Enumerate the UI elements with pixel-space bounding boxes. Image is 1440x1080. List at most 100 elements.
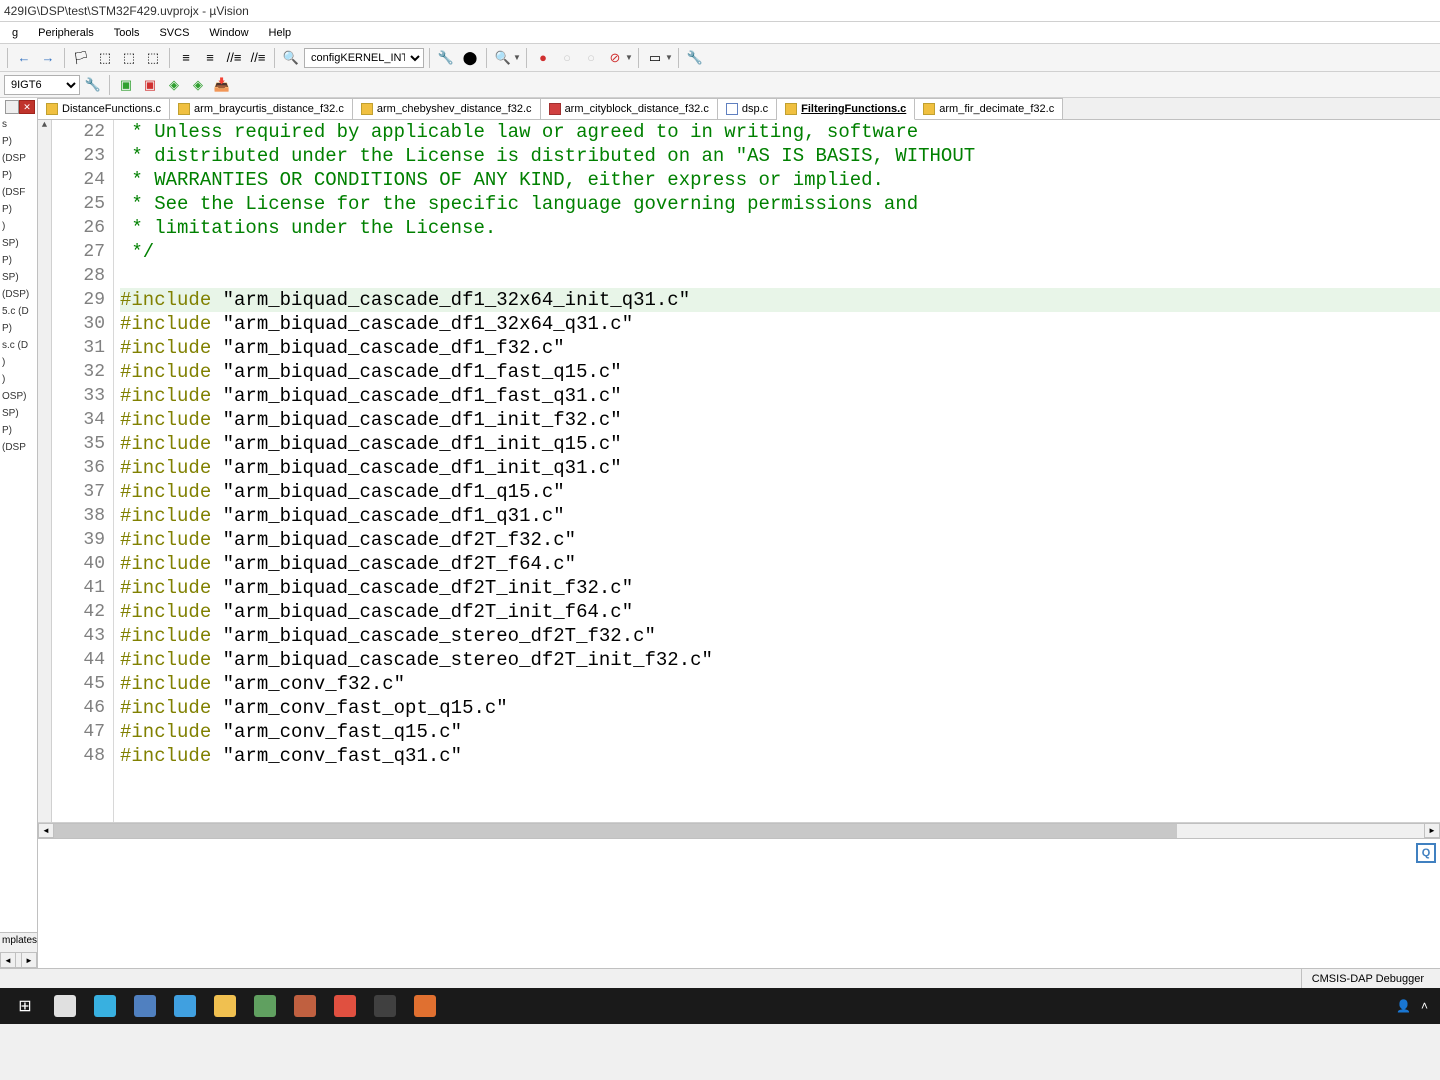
code-line[interactable]: * distributed under the License is distr… xyxy=(120,144,1440,168)
hscroll-right-button[interactable]: ► xyxy=(1424,823,1440,838)
code-line[interactable]: #include "arm_biquad_cascade_df1_fast_q3… xyxy=(120,384,1440,408)
fold-margin[interactable]: ▲ xyxy=(38,120,52,822)
zoom-dropdown[interactable]: ▼ xyxy=(513,47,521,69)
code-editor[interactable]: ▲ 22232425262728293031323334353637383940… xyxy=(38,120,1440,822)
back-button[interactable]: ← xyxy=(13,47,35,69)
bookmark-button[interactable]: 🏳 xyxy=(70,47,92,69)
tree-item[interactable]: ) xyxy=(0,218,37,235)
code-line[interactable]: * WARRANTIES OR CONDITIONS OF ANY KIND, … xyxy=(120,168,1440,192)
system-tray[interactable]: 👤˄ xyxy=(1396,999,1432,1013)
tree-item[interactable]: ) xyxy=(0,371,37,388)
menu-g[interactable]: g xyxy=(2,25,28,41)
code-line[interactable]: #include "arm_conv_fast_q31.c" xyxy=(120,744,1440,768)
tree-item[interactable]: SP) xyxy=(0,405,37,422)
output-search-icon[interactable]: Q xyxy=(1416,843,1436,863)
tree-item[interactable]: (DSP) xyxy=(0,286,37,303)
breakpoint-button[interactable]: ⬤ xyxy=(459,47,481,69)
config-button[interactable]: 🔧 xyxy=(684,47,706,69)
translate-button[interactable]: ◈ xyxy=(187,74,209,96)
tab-dsp-c[interactable]: dsp.c xyxy=(718,98,777,119)
hscroll-thumb[interactable] xyxy=(54,824,1177,838)
taskbar-explorer[interactable] xyxy=(208,991,242,1021)
window-dropdown[interactable]: ▼ xyxy=(665,47,673,69)
tree-item[interactable]: (DSF xyxy=(0,184,37,201)
code-line[interactable]: #include "arm_biquad_cascade_df2T_f64.c" xyxy=(120,552,1440,576)
tree-item[interactable]: P) xyxy=(0,133,37,150)
tree-item[interactable]: 5.c (D xyxy=(0,303,37,320)
tree-item[interactable]: P) xyxy=(0,201,37,218)
tab-DistanceFunctions-c[interactable]: DistanceFunctions.c xyxy=(38,98,170,119)
find-combo[interactable]: configKERNEL_INTERRUP xyxy=(304,48,424,68)
code-line[interactable]: #include "arm_conv_f32.c" xyxy=(120,672,1440,696)
sidebar-hscroll[interactable]: ◄ ► xyxy=(0,952,37,968)
hscroll-left-button[interactable]: ◄ xyxy=(38,823,54,838)
code-line[interactable]: #include "arm_biquad_cascade_df1_32x64_i… xyxy=(120,288,1440,312)
code-line[interactable]: #include "arm_biquad_cascade_df1_init_q3… xyxy=(120,456,1440,480)
forward-button[interactable]: → xyxy=(37,47,59,69)
taskbar-app5[interactable] xyxy=(368,991,402,1021)
sidebar-tab[interactable]: mplates xyxy=(0,932,37,952)
tab-arm_chebyshev_distance_f32-c[interactable]: arm_chebyshev_distance_f32.c xyxy=(353,98,541,119)
tree-item[interactable]: SP) xyxy=(0,269,37,286)
rebuild-button[interactable]: ▣ xyxy=(139,74,161,96)
code-line[interactable]: #include "arm_biquad_cascade_df1_q31.c" xyxy=(120,504,1440,528)
project-tree[interactable]: sP) (DSPP)(DSFP))SP)P)SP)(DSP)5.c (DP)s.… xyxy=(0,116,37,456)
code-line[interactable]: * See the License for the specific langu… xyxy=(120,192,1440,216)
code-line[interactable]: #include "arm_biquad_cascade_df1_q15.c" xyxy=(120,480,1440,504)
target-combo[interactable]: 9IGT6 xyxy=(4,75,80,95)
chevron-up-icon[interactable]: ˄ xyxy=(1421,999,1428,1013)
stop-dropdown[interactable]: ▼ xyxy=(625,47,633,69)
code-line[interactable]: #include "arm_biquad_cascade_df2T_init_f… xyxy=(120,600,1440,624)
code-line[interactable]: #include "arm_biquad_cascade_df1_init_q1… xyxy=(120,432,1440,456)
menu-svcs[interactable]: SVCS xyxy=(149,25,199,41)
zoom-icon[interactable]: 🔍 xyxy=(492,47,514,69)
menu-window[interactable]: Window xyxy=(199,25,258,41)
code-line[interactable]: * Unless required by applicable law or a… xyxy=(120,120,1440,144)
code-line[interactable]: #include "arm_biquad_cascade_df2T_init_f… xyxy=(120,576,1440,600)
tab-arm_fir_decimate_f32-c[interactable]: arm_fir_decimate_f32.c xyxy=(915,98,1063,119)
taskbar-wps[interactable] xyxy=(328,991,362,1021)
tab-arm_braycurtis_distance_f32-c[interactable]: arm_braycurtis_distance_f32.c xyxy=(170,98,353,119)
tree-item[interactable]: SP) xyxy=(0,235,37,252)
window-button[interactable]: ▭ xyxy=(644,47,666,69)
tree-item[interactable]: OSP) xyxy=(0,388,37,405)
code-line[interactable]: #include "arm_conv_fast_opt_q15.c" xyxy=(120,696,1440,720)
record-button[interactable]: ● xyxy=(532,47,554,69)
code-line[interactable]: #include "arm_biquad_cascade_df2T_f32.c" xyxy=(120,528,1440,552)
menu-tools[interactable]: Tools xyxy=(104,25,150,41)
batch-build-button[interactable]: ◈ xyxy=(163,74,185,96)
code-line[interactable]: * limitations under the License. xyxy=(120,216,1440,240)
code-line[interactable]: */ xyxy=(120,240,1440,264)
taskbar-app2[interactable] xyxy=(168,991,202,1021)
taskbar-matlab[interactable] xyxy=(408,991,442,1021)
tree-item[interactable]: P) xyxy=(0,167,37,184)
code-content[interactable]: * Unless required by applicable law or a… xyxy=(114,120,1440,822)
code-line[interactable]: #include "arm_conv_fast_q15.c" xyxy=(120,720,1440,744)
debug-button[interactable]: 🔧 xyxy=(435,47,457,69)
scroll-left-button[interactable]: ◄ xyxy=(0,952,16,968)
code-line[interactable]: #include "arm_biquad_cascade_df1_f32.c" xyxy=(120,336,1440,360)
hscroll-track[interactable] xyxy=(54,823,1424,838)
indent-button[interactable]: ≡ xyxy=(175,47,197,69)
sidebar-pin-button[interactable] xyxy=(5,100,19,114)
tree-item[interactable]: (DSP xyxy=(0,439,37,456)
scroll-right-button[interactable]: ► xyxy=(21,952,37,968)
menu-peripherals[interactable]: Peripherals xyxy=(28,25,104,41)
tree-item[interactable]: P) xyxy=(0,320,37,337)
comment-button[interactable]: //≡ xyxy=(223,47,245,69)
bookmark-clear-button[interactable]: ⬚ xyxy=(142,47,164,69)
taskbar-search[interactable] xyxy=(48,991,82,1021)
tab-arm_cityblock_distance_f32-c[interactable]: arm_cityblock_distance_f32.c xyxy=(541,98,718,119)
taskbar-app1[interactable] xyxy=(128,991,162,1021)
code-line[interactable] xyxy=(120,264,1440,288)
find-button[interactable]: 🔍 xyxy=(280,47,302,69)
bookmark-next-button[interactable]: ⬚ xyxy=(118,47,140,69)
build-button[interactable]: ▣ xyxy=(115,74,137,96)
tree-item[interactable]: ) xyxy=(0,354,37,371)
code-line[interactable]: #include "arm_biquad_cascade_df1_fast_q1… xyxy=(120,360,1440,384)
code-line[interactable]: #include "arm_biquad_cascade_stereo_df2T… xyxy=(120,648,1440,672)
options-button[interactable]: 🔧 xyxy=(82,74,104,96)
tray-icon[interactable]: 👤 xyxy=(1396,999,1411,1013)
code-line[interactable]: #include "arm_biquad_cascade_df1_init_f3… xyxy=(120,408,1440,432)
menu-help[interactable]: Help xyxy=(259,25,302,41)
